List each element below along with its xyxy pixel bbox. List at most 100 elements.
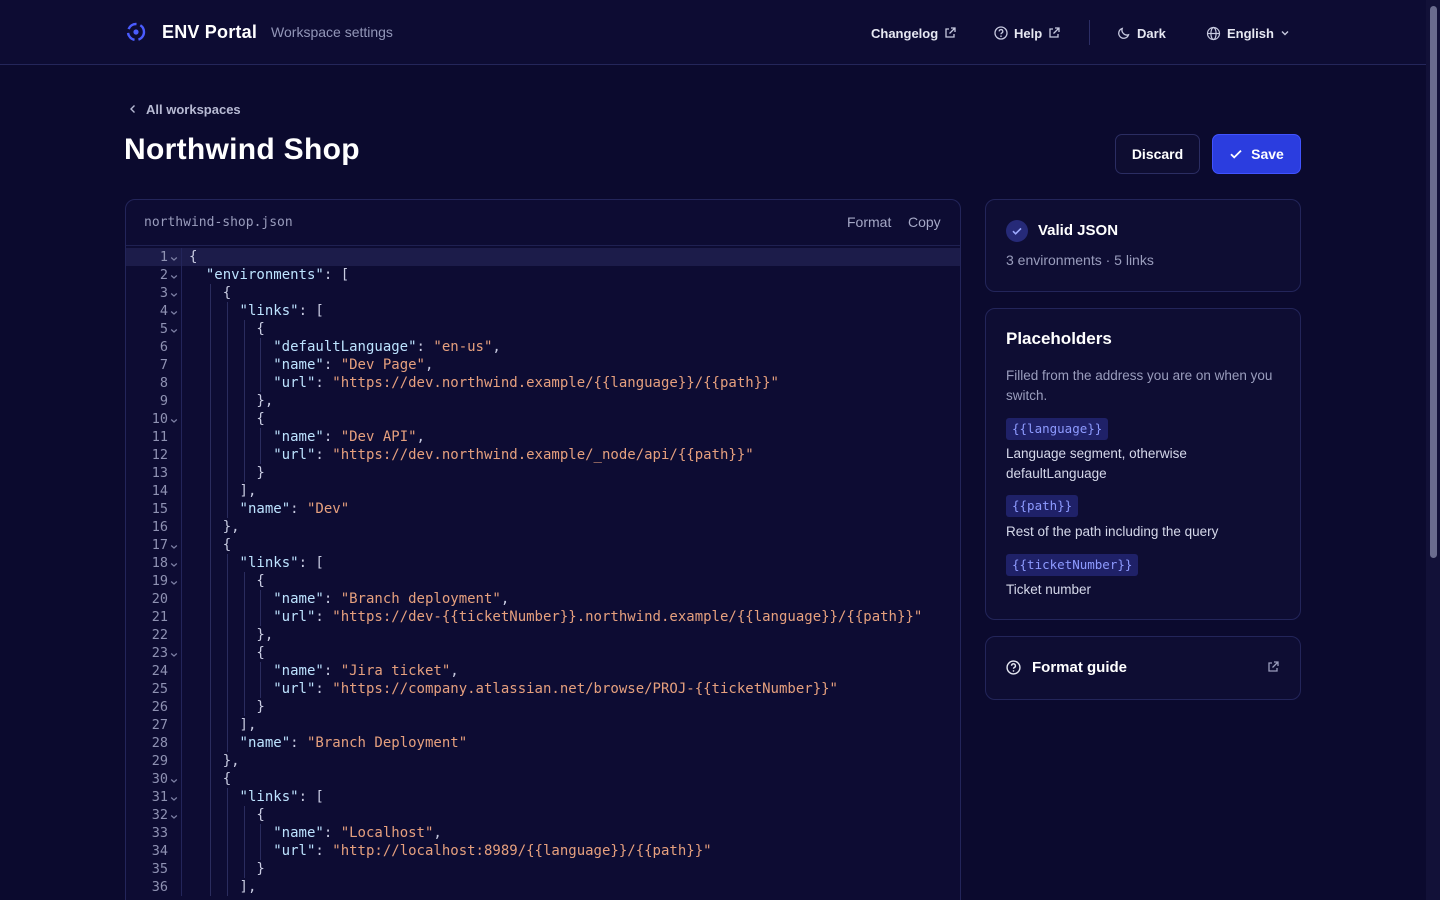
code-text: "name": "Localhost", <box>273 825 442 841</box>
code-line[interactable]: 12 "url": "https://dev.northwind.example/… <box>126 446 960 464</box>
external-link-icon <box>1049 27 1060 38</box>
code-line[interactable]: 17 { <box>126 536 960 554</box>
line-number: 23 <box>151 645 168 661</box>
line-number: 12 <box>151 447 168 463</box>
code-line[interactable]: 22}, <box>126 626 960 644</box>
code-line[interactable]: 9}, <box>126 392 960 410</box>
code-line[interactable]: 25 "url": "https://company.atlassian.net/… <box>126 680 960 698</box>
save-button[interactable]: Save <box>1212 134 1301 174</box>
nav-divider <box>1089 20 1090 45</box>
indent-guide <box>209 446 211 464</box>
code-line[interactable]: 15 "name": "Dev" <box>126 500 960 518</box>
help-label: Help <box>1014 25 1043 41</box>
code-line[interactable]: 1{ <box>126 248 960 266</box>
code-line[interactable]: 35} <box>126 860 960 878</box>
json-editor[interactable]: northwind-shop.json Format Copy 1{2 "envi… <box>125 199 961 900</box>
code-line[interactable]: 24 "name": "Jira ticket", <box>126 662 960 680</box>
changelog-link[interactable]: Changelog <box>871 22 956 44</box>
indent-guide <box>243 608 245 626</box>
indent-guide <box>243 680 245 698</box>
code-line[interactable]: 21 "url": "https://dev-{{ticketNumber}}.n… <box>126 608 960 626</box>
code-line[interactable]: 3{ <box>126 284 960 302</box>
moon-icon <box>1118 27 1130 39</box>
language-select[interactable]: English <box>1206 22 1290 44</box>
line-number: 29 <box>151 753 168 769</box>
code-line[interactable]: 20 "name": "Branch deployment", <box>126 590 960 608</box>
discard-button[interactable]: Discard <box>1115 134 1200 174</box>
code-text: "name": "Jira ticket", <box>273 663 459 679</box>
indent-guide <box>260 842 262 860</box>
indent-guide <box>226 356 228 374</box>
code-text: "url": "https://dev.northwind.example/{{… <box>273 375 779 391</box>
code-line[interactable]: 7 "name": "Dev Page", <box>126 356 960 374</box>
line-number: 2 <box>159 267 168 283</box>
code-line[interactable]: 32 { <box>126 806 960 824</box>
gutter-divider <box>181 572 182 590</box>
scrollbar-thumb[interactable] <box>1430 6 1437 558</box>
indent-guide <box>209 608 211 626</box>
indent-guide <box>209 572 211 590</box>
indent-guide <box>260 338 262 356</box>
help-link[interactable]: Help <box>994 22 1060 44</box>
format-button[interactable]: Format <box>847 214 891 230</box>
line-number: 20 <box>151 591 168 607</box>
code-line[interactable]: 31 "links": [ <box>126 788 960 806</box>
code-line[interactable]: 6 "defaultLanguage": "en-us", <box>126 338 960 356</box>
format-guide-label: Format guide <box>1032 659 1128 676</box>
code-line[interactable]: 10 { <box>126 410 960 428</box>
code-text: "name": "Dev API", <box>273 429 425 445</box>
indent-guide <box>243 392 245 410</box>
valid-check-icon <box>1006 220 1028 242</box>
code-line[interactable]: 30 { <box>126 770 960 788</box>
indent-guide <box>226 698 228 716</box>
line-number: 1 <box>159 249 168 265</box>
indent-guide <box>209 626 211 644</box>
line-number: 8 <box>159 375 168 391</box>
code-line[interactable]: 28 "name": "Branch Deployment" <box>126 734 960 752</box>
placeholder-description: Language segment, otherwise defaultLangu… <box>1006 446 1187 481</box>
language-label: English <box>1227 25 1274 41</box>
chevron-left-icon <box>130 105 135 113</box>
code-line[interactable]: 29}, <box>126 752 960 770</box>
code-line[interactable]: 4 "links": [ <box>126 302 960 320</box>
code-area[interactable]: 1{2 "environments": [3{4 "links": [5{6 "def… <box>126 248 960 896</box>
code-line[interactable]: 19 { <box>126 572 960 590</box>
code-line[interactable]: 23 { <box>126 644 960 662</box>
gutter-divider <box>181 482 182 500</box>
code-line[interactable]: 2 "environments": [ <box>126 266 960 284</box>
line-number: 7 <box>159 357 168 373</box>
code-text: }, <box>256 627 274 643</box>
gutter-divider <box>181 752 182 770</box>
code-line[interactable]: 27], <box>126 716 960 734</box>
code-text: "environments": [ <box>205 267 350 283</box>
brand[interactable]: ENV Portal Workspace settings <box>125 18 393 46</box>
code-text: { <box>222 285 232 301</box>
editor-header: northwind-shop.json Format Copy <box>126 200 960 246</box>
line-number: 10 <box>151 411 168 427</box>
gutter-divider <box>181 446 182 464</box>
code-line[interactable]: 33 "name": "Localhost", <box>126 824 960 842</box>
code-text: } <box>256 465 265 481</box>
code-text: "links": [ <box>239 789 324 805</box>
format-guide-link[interactable]: Format guide <box>985 636 1301 700</box>
theme-toggle[interactable]: Dark <box>1117 22 1166 44</box>
code-line[interactable]: 34 "url": "http://localhost:8989/{{langua… <box>126 842 960 860</box>
code-line[interactable]: 18 "links": [ <box>126 554 960 572</box>
gutter-divider <box>181 608 182 626</box>
copy-button[interactable]: Copy <box>908 214 941 230</box>
code-line[interactable]: 14], <box>126 482 960 500</box>
code-line[interactable]: 36], <box>126 878 960 896</box>
indent-guide <box>243 428 245 446</box>
line-number: 35 <box>151 861 168 877</box>
code-line[interactable]: 26} <box>126 698 960 716</box>
code-text: { <box>256 411 265 427</box>
code-line[interactable]: 8 "url": "https://dev.northwind.example/{… <box>126 374 960 392</box>
indent-guide <box>243 644 245 662</box>
back-link[interactable]: All workspaces <box>128 100 241 118</box>
code-line[interactable]: 13} <box>126 464 960 482</box>
code-line[interactable]: 11 "name": "Dev API", <box>126 428 960 446</box>
indent-guide <box>209 410 211 428</box>
code-text: "defaultLanguage": "en-us", <box>273 339 501 355</box>
code-line[interactable]: 16}, <box>126 518 960 536</box>
code-line[interactable]: 5{ <box>126 320 960 338</box>
